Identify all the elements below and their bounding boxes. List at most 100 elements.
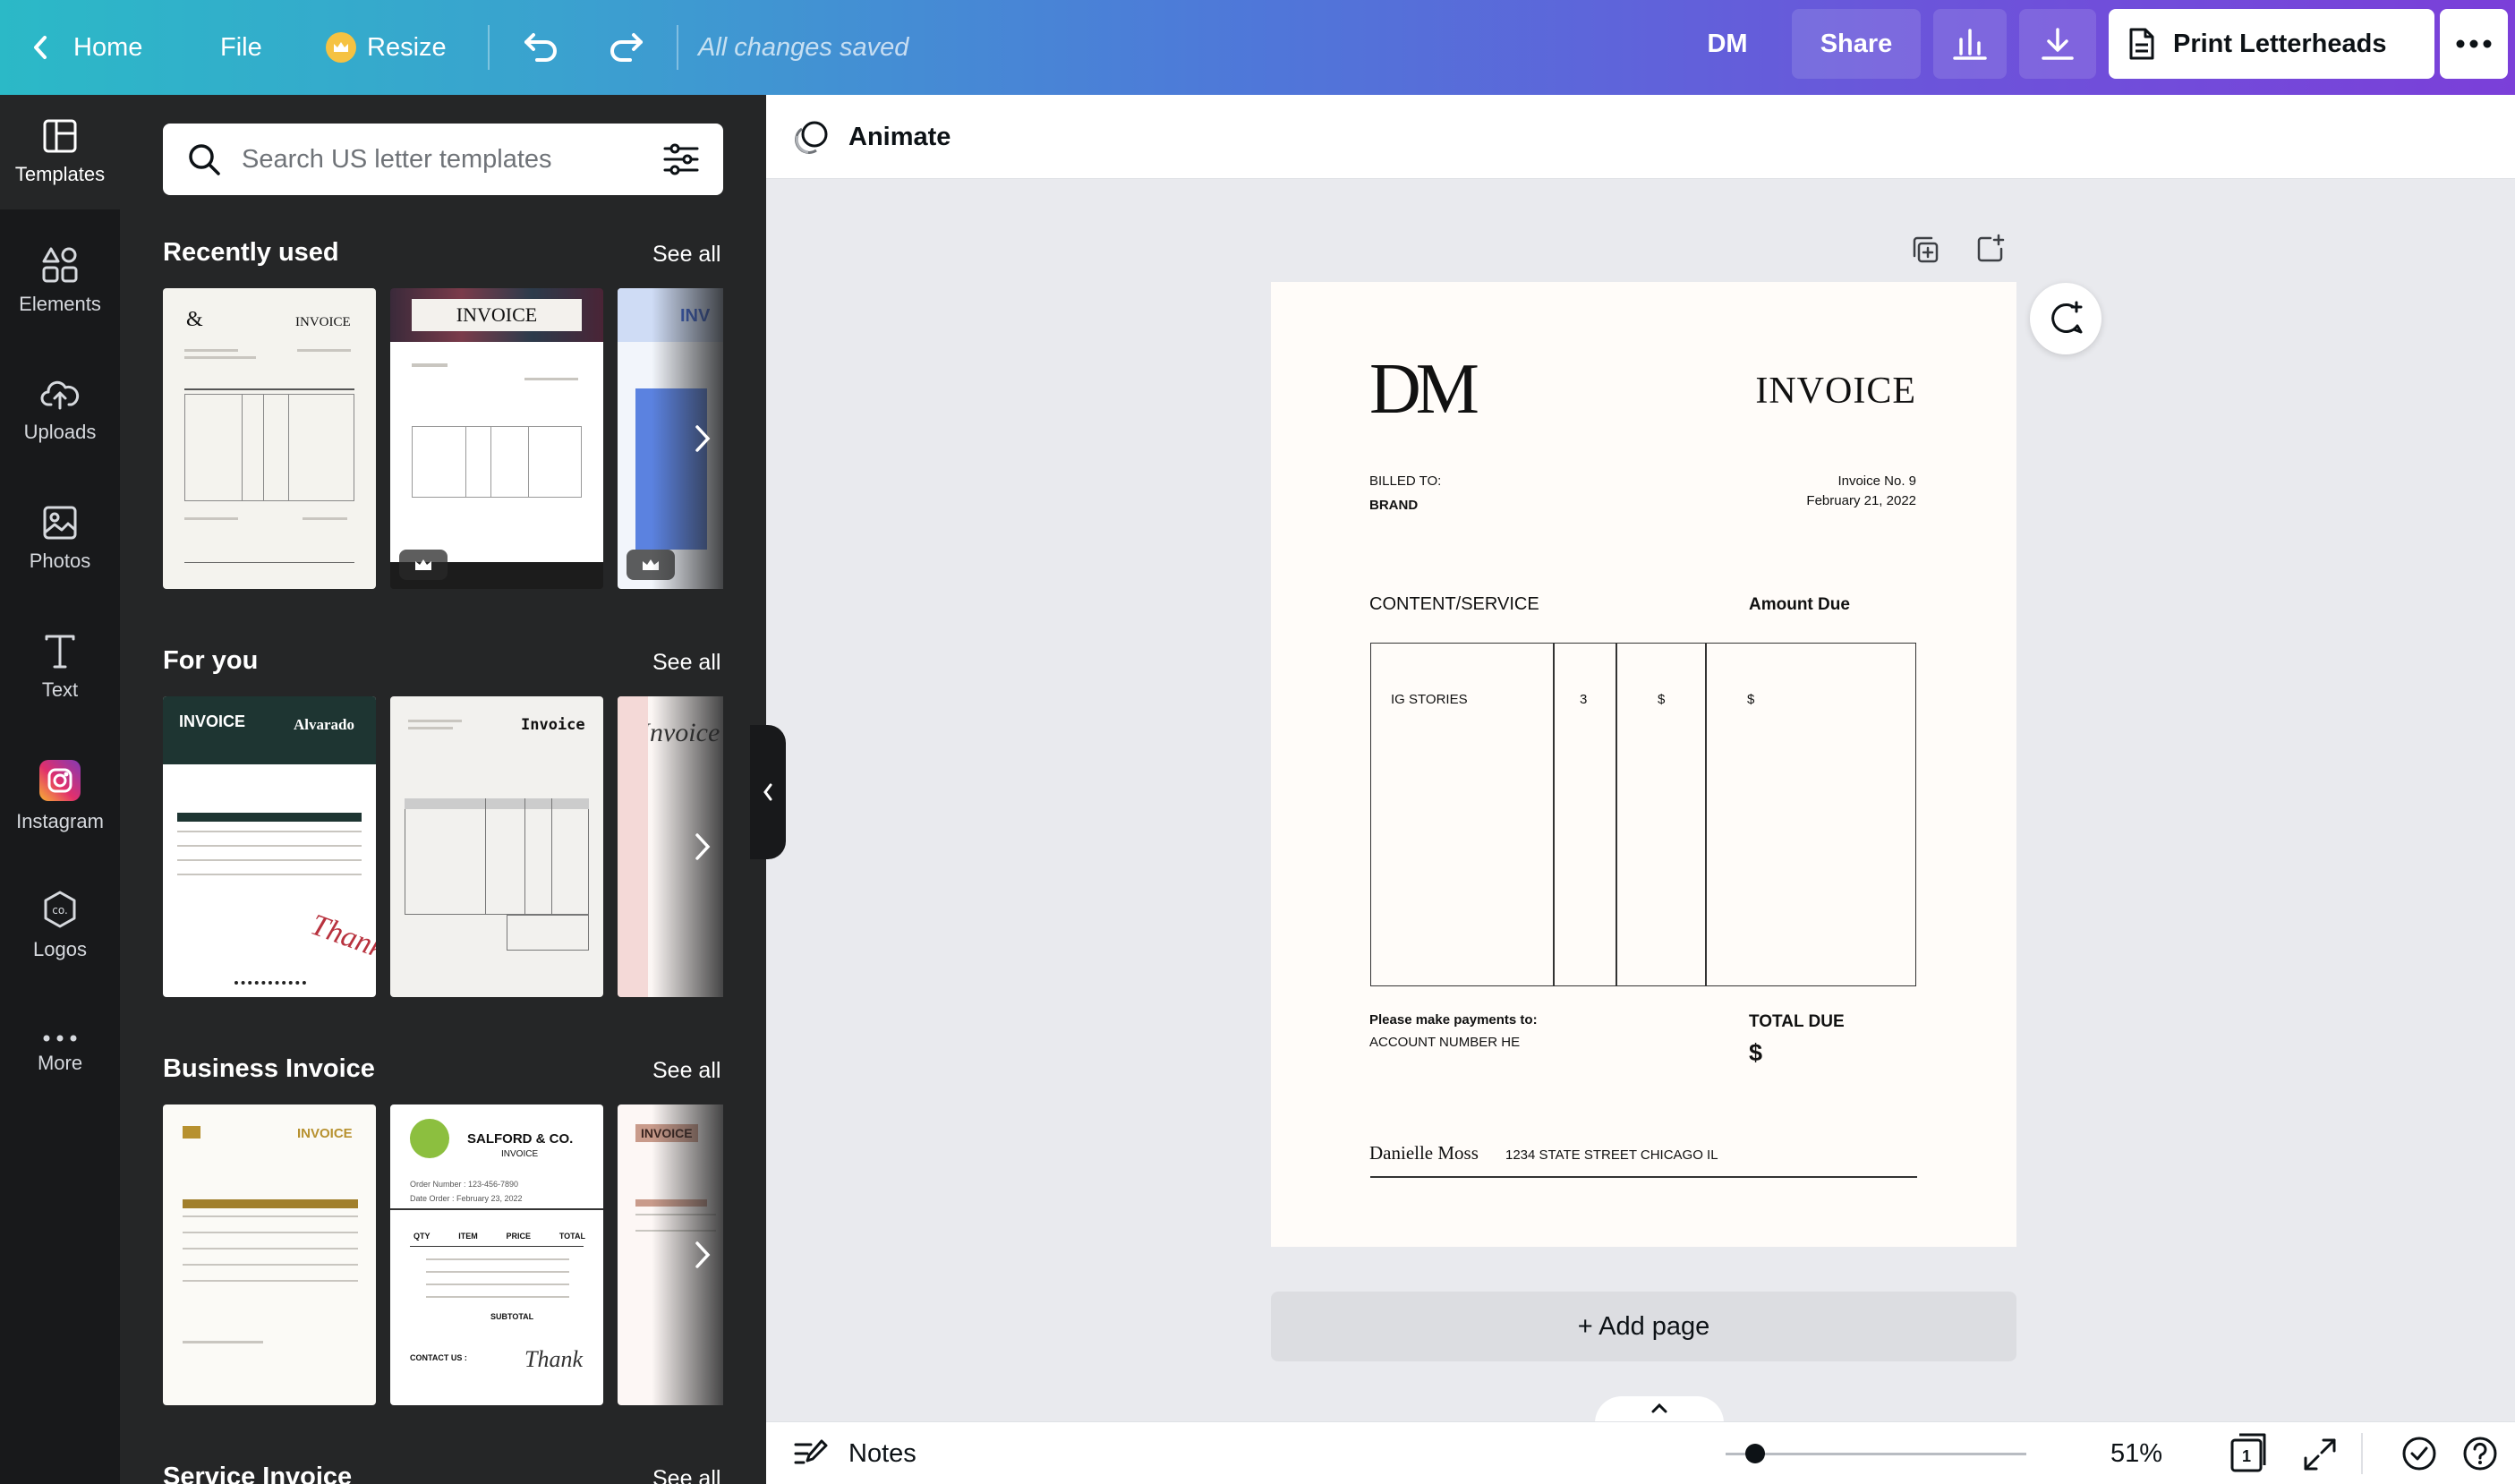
- zoom-slider-handle[interactable]: [1745, 1444, 1765, 1463]
- share-button[interactable]: Share: [1792, 9, 1921, 79]
- more-icon: [43, 1035, 77, 1042]
- filter-icon[interactable]: [662, 141, 700, 177]
- rail-item-elements[interactable]: Elements: [0, 224, 120, 338]
- duplicate-page-icon[interactable]: [1910, 235, 1940, 265]
- billed-to-value[interactable]: BRAND: [1369, 498, 1418, 513]
- help-icon[interactable]: [2461, 1435, 2499, 1472]
- insights-button[interactable]: [1933, 9, 2007, 79]
- template-thumbnail[interactable]: Invoice: [390, 696, 603, 997]
- check-circle-icon[interactable]: [2400, 1435, 2438, 1472]
- rail-label: Text: [41, 678, 79, 701]
- rail-label: More: [37, 1052, 83, 1074]
- file-label: File: [220, 32, 262, 62]
- total-due-value[interactable]: $: [1749, 1039, 1762, 1067]
- redo-button[interactable]: [605, 0, 646, 95]
- see-all-link[interactable]: See all: [652, 1058, 720, 1084]
- home-button[interactable]: Home: [30, 0, 142, 95]
- text-icon: [45, 635, 75, 669]
- more-options-button[interactable]: [2440, 9, 2508, 79]
- row-next-button[interactable]: [680, 822, 723, 872]
- table-cell-qty[interactable]: 3: [1580, 692, 1587, 707]
- fullscreen-icon[interactable]: [2302, 1437, 2338, 1472]
- resize-button[interactable]: Resize: [326, 0, 447, 95]
- add-page-button[interactable]: + Add page: [1271, 1292, 2016, 1361]
- design-page[interactable]: DM INVOICE BILLED TO: BRAND Invoice No. …: [1271, 282, 2016, 1247]
- user-avatar[interactable]: DM: [1683, 9, 1772, 79]
- zoom-slider[interactable]: [1726, 1453, 2026, 1455]
- redo-icon: [610, 33, 643, 62]
- table-cell-service[interactable]: IG STORIES: [1391, 692, 1468, 707]
- amount-header[interactable]: Amount Due: [1749, 595, 1850, 615]
- rail-item-photos[interactable]: Photos: [0, 482, 120, 596]
- template-thumbnail[interactable]: & INVOICE: [163, 288, 376, 589]
- see-all-link[interactable]: See all: [652, 242, 720, 268]
- table-cell-amount[interactable]: $: [1747, 692, 1754, 707]
- see-all-link[interactable]: See all: [652, 650, 720, 676]
- section-title: Recently used: [163, 238, 339, 267]
- billed-to-label[interactable]: BILLED TO:: [1369, 473, 1441, 489]
- animate-icon: [795, 121, 828, 154]
- print-letterheads-button[interactable]: Print Letterheads: [2109, 9, 2434, 79]
- instagram-icon: [39, 760, 81, 801]
- add-comment-button[interactable]: [2030, 283, 2102, 354]
- invoice-number[interactable]: Invoice No. 9: [1837, 473, 1916, 489]
- animate-label: Animate: [848, 122, 951, 151]
- template-search: [163, 124, 723, 195]
- rail-label: Uploads: [23, 421, 97, 443]
- service-header[interactable]: CONTENT/SERVICE: [1369, 594, 1539, 615]
- top-toolbar: Home File Resize All changes saved DM Sh…: [0, 0, 2515, 95]
- thumb-title: INVOICE: [179, 712, 246, 730]
- doc-logo[interactable]: DM: [1369, 354, 1479, 425]
- thumb-brand: Alvarado: [294, 716, 354, 733]
- template-thumbnail[interactable]: INVOICE: [163, 1104, 376, 1405]
- search-input[interactable]: [242, 144, 643, 175]
- page-count-button[interactable]: 1: [2227, 1431, 2272, 1476]
- thumb-contact: CONTACT US :: [410, 1353, 467, 1362]
- undo-icon: [524, 33, 557, 62]
- chevron-right-icon: [695, 833, 711, 860]
- doc-title[interactable]: INVOICE: [1755, 370, 1916, 413]
- rail-label: Photos: [29, 550, 91, 572]
- invoice-date[interactable]: February 21, 2022: [1806, 493, 1916, 508]
- rail-label: Instagram: [16, 810, 104, 832]
- rail-item-logos[interactable]: co. Logos: [0, 868, 120, 983]
- table-cell-price[interactable]: $: [1658, 692, 1665, 707]
- show-pages-button[interactable]: [1595, 1396, 1724, 1423]
- invoice-table[interactable]: IG STORIES 3 $ $: [1370, 643, 1916, 986]
- rail-item-more[interactable]: More: [0, 997, 120, 1112]
- add-page-icon[interactable]: [1974, 233, 2007, 265]
- row-next-button[interactable]: [680, 1230, 723, 1280]
- document-icon: [2129, 28, 2154, 60]
- total-due-label[interactable]: TOTAL DUE: [1749, 1012, 1845, 1032]
- templates-icon: [43, 119, 77, 153]
- rail-item-text[interactable]: Text: [0, 610, 120, 725]
- template-thumbnail[interactable]: INVOICE: [390, 288, 603, 589]
- templates-panel: Recently used See all & INVOICE INVOICE: [120, 95, 766, 1484]
- payment-value[interactable]: ACCOUNT NUMBER HE: [1369, 1035, 1520, 1050]
- template-row: INVOICE SALFORD & CO. INVOICE Order Numb…: [163, 1104, 723, 1405]
- save-status: All changes saved: [698, 32, 909, 62]
- template-row: & INVOICE INVOICE: [163, 288, 723, 589]
- row-next-button[interactable]: [680, 414, 723, 464]
- collapse-panel-button[interactable]: [750, 725, 786, 859]
- template-thumbnail[interactable]: SALFORD & CO. INVOICE Order Number : 123…: [390, 1104, 603, 1405]
- signature[interactable]: Danielle Moss: [1369, 1142, 1479, 1164]
- thumb-columns: QTY ITEM PRICE TOTAL: [413, 1232, 585, 1241]
- notes-button[interactable]: Notes: [793, 1422, 916, 1484]
- uploads-icon: [40, 380, 80, 410]
- rail-item-instagram[interactable]: Instagram: [0, 739, 120, 854]
- animate-button[interactable]: Animate: [793, 95, 951, 179]
- rail-item-templates[interactable]: Templates: [0, 95, 120, 209]
- template-thumbnail[interactable]: INVOICE Alvarado Thank: [163, 696, 376, 997]
- download-button[interactable]: [2019, 9, 2096, 79]
- ellipsis-icon: [2456, 39, 2492, 48]
- divider: [2361, 1433, 2363, 1474]
- undo-button[interactable]: [521, 0, 562, 95]
- zoom-level[interactable]: 51%: [2110, 1422, 2162, 1484]
- file-menu-button[interactable]: File: [220, 0, 262, 95]
- rail-item-uploads[interactable]: Uploads: [0, 353, 120, 467]
- payment-label[interactable]: Please make payments to:: [1369, 1012, 1538, 1028]
- rail-label: Templates: [14, 163, 106, 185]
- footer-address[interactable]: 1234 STATE STREET CHICAGO IL: [1505, 1147, 1718, 1163]
- see-all-link[interactable]: See all: [652, 1466, 720, 1484]
